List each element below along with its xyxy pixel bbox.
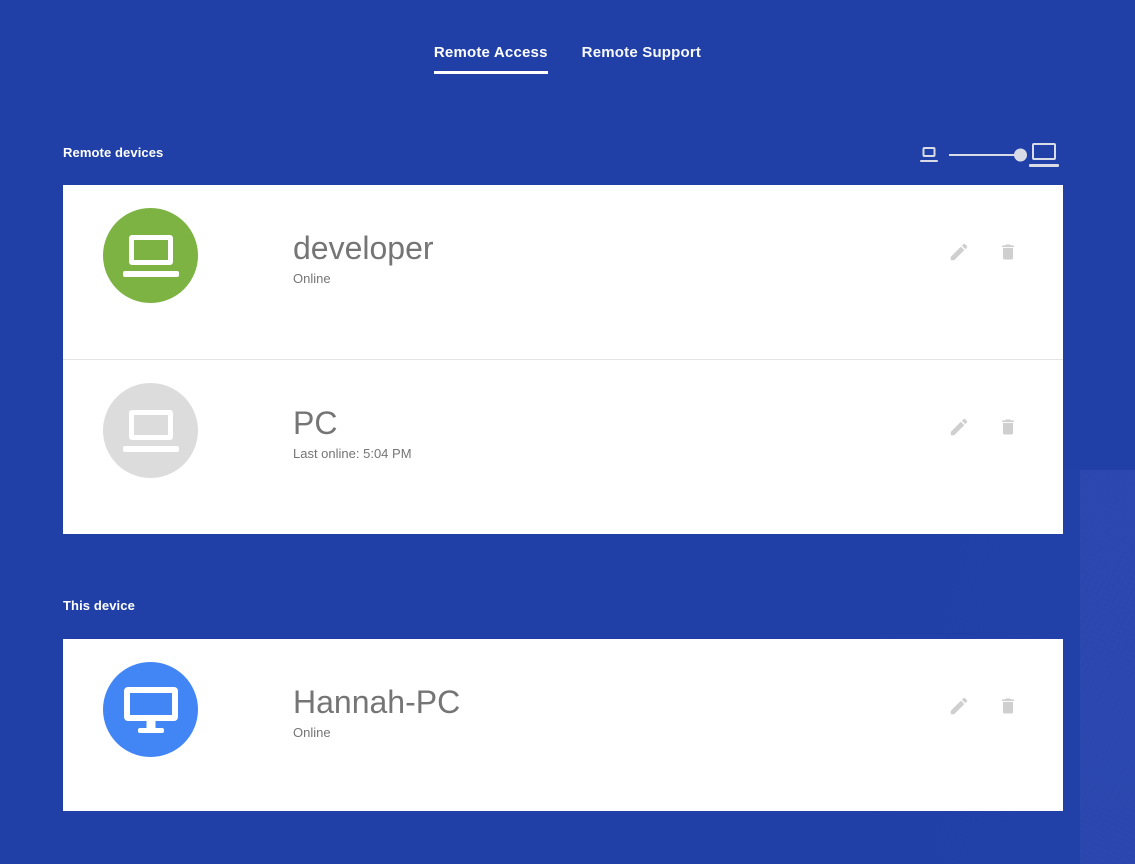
laptop-large-icon [1029, 143, 1059, 167]
device-row-actions [948, 416, 1020, 440]
device-name: developer [293, 230, 434, 266]
pencil-icon[interactable] [948, 695, 970, 719]
trash-icon[interactable] [998, 241, 1020, 265]
device-name: PC [293, 405, 338, 441]
device-avatar [103, 383, 198, 478]
device-status: Online [293, 271, 331, 286]
tab-remote-access[interactable]: Remote Access [433, 44, 548, 74]
device-row-actions [948, 695, 1020, 719]
laptop-small-icon [920, 147, 938, 163]
device-row-hannah-pc[interactable]: Hannah-PC Online [63, 639, 1063, 813]
section-heading-remote-devices: Remote devices [63, 145, 164, 160]
icon-size-slider[interactable] [920, 140, 1070, 170]
device-avatar [103, 662, 198, 757]
main-tabbar: Remote Access Remote Support [0, 44, 1135, 74]
remote-access-app: Remote Access Remote Support Remote devi… [0, 0, 1135, 864]
remote-devices-card: developer Online PC Last online: 5:04 PM [63, 185, 1063, 534]
pencil-icon[interactable] [948, 416, 970, 440]
tab-remote-support[interactable]: Remote Support [582, 44, 701, 74]
icon-size-slider-track[interactable] [949, 148, 1027, 162]
trash-icon[interactable] [998, 416, 1020, 440]
device-name: Hannah-PC [293, 684, 461, 720]
device-row-actions [948, 241, 1020, 265]
this-device-card: Hannah-PC Online [63, 639, 1063, 811]
device-row-developer[interactable]: developer Online [63, 185, 1063, 359]
monitor-icon [123, 686, 178, 733]
pencil-icon[interactable] [948, 241, 970, 265]
device-info: PC Last online: 5:04 PM [293, 404, 412, 461]
icon-size-slider-thumb[interactable] [1014, 148, 1027, 162]
laptop-icon [122, 409, 179, 452]
device-info: developer Online [293, 229, 434, 286]
device-avatar [103, 208, 198, 303]
section-heading-this-device: This device [63, 598, 135, 613]
device-row-pc[interactable]: PC Last online: 5:04 PM [63, 359, 1063, 533]
device-status: Online [293, 725, 331, 740]
device-status: Last online: 5:04 PM [293, 446, 412, 461]
trash-icon[interactable] [998, 695, 1020, 719]
device-info: Hannah-PC Online [293, 683, 460, 740]
laptop-icon [122, 234, 179, 277]
